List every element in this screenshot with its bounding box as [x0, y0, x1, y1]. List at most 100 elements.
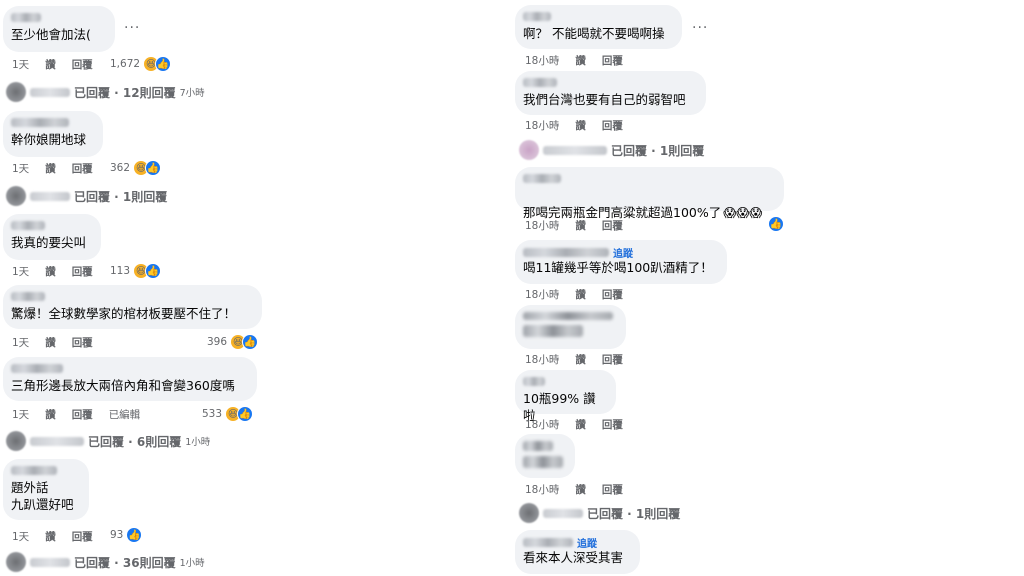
comment-time[interactable]: 18小時: [525, 417, 559, 432]
blurred-author-name[interactable]: [523, 441, 553, 451]
like-action[interactable]: 讚: [45, 335, 56, 350]
comment-time[interactable]: 18小時: [525, 218, 559, 233]
like-action[interactable]: 讚: [575, 287, 586, 302]
reply-action[interactable]: 回覆: [602, 287, 623, 302]
comment-time[interactable]: 18小時: [525, 118, 559, 133]
like-action[interactable]: 讚: [575, 53, 586, 68]
blurred-author-name[interactable]: [11, 292, 45, 301]
reaction-summary[interactable]: 362 😆 👍: [110, 160, 162, 176]
comment-actions: 18小時 讚 回覆: [525, 53, 639, 68]
comment-time[interactable]: 1天: [12, 529, 29, 544]
comment-text: 看來本人深受其害: [523, 550, 624, 565]
view-replies-link[interactable]: 已回覆 · 12則回覆 7小時: [6, 82, 205, 102]
reaction-summary[interactable]: 👍: [768, 216, 784, 232]
comment-time[interactable]: 18小時: [525, 53, 559, 68]
view-replies-link[interactable]: 已回覆 · 6則回覆 1小時: [6, 431, 210, 451]
comment-time[interactable]: 18小時: [525, 352, 559, 367]
like-action[interactable]: 讚: [575, 218, 586, 233]
like-action[interactable]: 讚: [575, 417, 586, 432]
replies-label: 已回覆 · 1則回覆: [611, 143, 705, 158]
comment-bubble: 10瓶99% 讚啦: [515, 370, 616, 423]
comment-bubble: 我真的要尖叫: [3, 214, 101, 260]
blurred-author-name[interactable]: [523, 377, 545, 386]
comment-time[interactable]: 18小時: [525, 287, 559, 302]
comment-actions: 1天 讚 回覆 已編輯: [12, 407, 156, 422]
comment-time[interactable]: 1天: [12, 335, 29, 350]
replies-label: 已回覆 · 6則回覆: [88, 434, 182, 449]
comment-time[interactable]: 1天: [12, 264, 29, 279]
comment-text: 啊？ 不能喝就不要喝啊操: [523, 26, 665, 41]
reaction-summary[interactable]: 93 👍: [110, 527, 143, 543]
blurred-replier-name: [543, 508, 583, 518]
reaction-summary[interactable]: 396 😆 👍: [207, 334, 259, 350]
reply-action[interactable]: 回覆: [602, 417, 623, 432]
comment-text: 題外話 九趴還好吧: [11, 480, 74, 512]
view-replies-link[interactable]: 已回覆 · 1則回覆: [6, 186, 167, 206]
comment-actions: 18小時 讚 回覆: [525, 352, 639, 367]
blurred-author-name[interactable]: [11, 118, 69, 127]
like-action[interactable]: 讚: [45, 161, 56, 176]
comment-actions: 18小時 讚 回覆: [525, 482, 639, 497]
reaction-summary[interactable]: 113 😆 👍: [110, 263, 162, 279]
like-action[interactable]: 讚: [575, 482, 586, 497]
blurred-author-name[interactable]: [11, 13, 41, 22]
replier-avatar: [6, 186, 26, 206]
reply-action[interactable]: 回覆: [72, 57, 93, 72]
comment-text: 至少他會加法(: [11, 27, 91, 42]
reply-action[interactable]: 回覆: [602, 352, 623, 367]
follow-link[interactable]: 追蹤: [613, 245, 633, 260]
reaction-count: 93: [110, 529, 124, 541]
view-replies-link[interactable]: 已回覆 · 36則回覆 1小時: [6, 552, 205, 572]
follow-link[interactable]: 追蹤: [577, 535, 597, 550]
blurred-replier-name: [30, 557, 70, 567]
like-action[interactable]: 讚: [45, 407, 56, 422]
edited-label[interactable]: 已編輯: [109, 407, 141, 422]
reaction-count: 113: [110, 265, 131, 277]
like-action[interactable]: 讚: [45, 57, 56, 72]
like-action[interactable]: 讚: [45, 529, 56, 544]
reaction-summary[interactable]: 533 😆 👍: [202, 406, 254, 422]
reply-action[interactable]: 回覆: [602, 53, 623, 68]
comment-text: 那喝完兩瓶金門高粱就超過100%了 😱😱😱: [523, 187, 774, 221]
comment-time[interactable]: 1天: [12, 407, 29, 422]
reply-action[interactable]: 回覆: [72, 529, 93, 544]
blurred-author-name[interactable]: [11, 466, 57, 475]
more-options-icon[interactable]: ···: [692, 20, 708, 36]
replier-avatar: [6, 552, 26, 572]
comment-time[interactable]: 18小時: [525, 482, 559, 497]
like-action[interactable]: 讚: [575, 118, 586, 133]
comment-time[interactable]: 1天: [12, 57, 29, 72]
comment-text: 我們台灣也要有自己的弱智吧: [523, 92, 686, 107]
more-options-icon[interactable]: ···: [124, 20, 140, 36]
comment-bubble: 驚爆！全球數學家的棺材板要壓不住了！: [3, 285, 262, 329]
view-replies-link[interactable]: 已回覆 · 1則回覆: [519, 140, 704, 160]
comment-time[interactable]: 1天: [12, 161, 29, 176]
blurred-author-name[interactable]: [523, 12, 551, 21]
blurred-author-name[interactable]: [11, 364, 63, 373]
reply-action[interactable]: 回覆: [72, 264, 93, 279]
reply-action[interactable]: 回覆: [72, 161, 93, 176]
reply-action[interactable]: 回覆: [602, 118, 623, 133]
reply-action[interactable]: 回覆: [602, 218, 623, 233]
blurred-author-name[interactable]: [11, 221, 45, 230]
comment-actions: 18小時 讚 回覆: [525, 417, 639, 432]
blurred-replier-name: [30, 87, 70, 97]
blurred-author-name[interactable]: [523, 247, 609, 257]
replies-ago: 1小時: [179, 558, 205, 569]
reaction-summary[interactable]: 1,672 😆 👍: [110, 56, 172, 72]
blurred-author-name[interactable]: [523, 78, 557, 87]
blurred-author-name[interactable]: [523, 312, 613, 320]
blurred-author-name[interactable]: [523, 174, 561, 183]
blurred-author-name[interactable]: [523, 537, 573, 547]
reply-action[interactable]: 回覆: [72, 335, 93, 350]
comment-actions: 1天 讚 回覆: [12, 335, 109, 350]
reply-action[interactable]: 回覆: [72, 407, 93, 422]
like-action[interactable]: 讚: [575, 352, 586, 367]
like-action[interactable]: 讚: [45, 264, 56, 279]
view-replies-link[interactable]: 已回覆 · 1則回覆: [519, 503, 680, 523]
blurred-replier-name: [543, 145, 607, 155]
replier-avatar: [519, 140, 539, 160]
comment-actions: 1天 讚 回覆: [12, 264, 109, 279]
reply-action[interactable]: 回覆: [602, 482, 623, 497]
replier-avatar: [6, 82, 26, 102]
